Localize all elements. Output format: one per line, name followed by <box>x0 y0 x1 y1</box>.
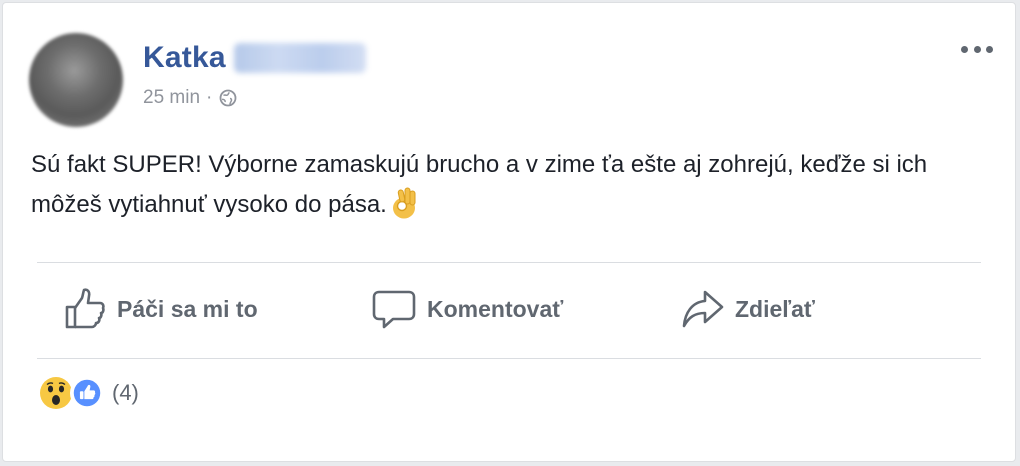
post-meta: 25 min · <box>143 87 237 109</box>
comment-label: Komentovať <box>427 295 564 322</box>
reaction-count: (4) <box>112 380 139 405</box>
comment-icon <box>372 290 416 329</box>
more-options-icon[interactable] <box>961 41 993 57</box>
comment-button[interactable]: Komentovať <box>371 285 563 333</box>
author-avatar[interactable] <box>29 33 123 127</box>
post-text: Sú fakt SUPER! Výborne zamaskujú brucho … <box>31 151 928 218</box>
author-name[interactable]: Katka <box>143 41 226 75</box>
share-button[interactable]: Zdieľať <box>681 285 815 333</box>
post-timestamp[interactable]: 25 min <box>143 87 200 109</box>
author-surname-blurred <box>233 43 366 73</box>
ok-hand-icon <box>392 187 416 219</box>
post-body: Sú fakt SUPER! Výborne zamaskujú brucho … <box>31 145 991 225</box>
like-reaction-icon <box>70 376 104 410</box>
wow-reaction-icon <box>40 377 72 409</box>
like-label: Páči sa mi to <box>117 295 258 322</box>
author-header: Katka <box>143 41 366 75</box>
reactions-summary[interactable]: (4) <box>39 376 139 410</box>
share-label: Zdieľať <box>735 295 815 322</box>
like-button[interactable]: Páči sa mi to <box>63 285 258 333</box>
meta-separator: · <box>206 87 213 108</box>
divider-top <box>37 262 981 263</box>
post-card: Katka 25 min · Sú fakt SUPER! Výborne za… <box>2 2 1016 462</box>
divider-bottom <box>37 358 981 359</box>
thumbs-up-icon <box>65 288 105 329</box>
share-icon <box>682 290 724 328</box>
globe-icon[interactable] <box>219 89 237 107</box>
